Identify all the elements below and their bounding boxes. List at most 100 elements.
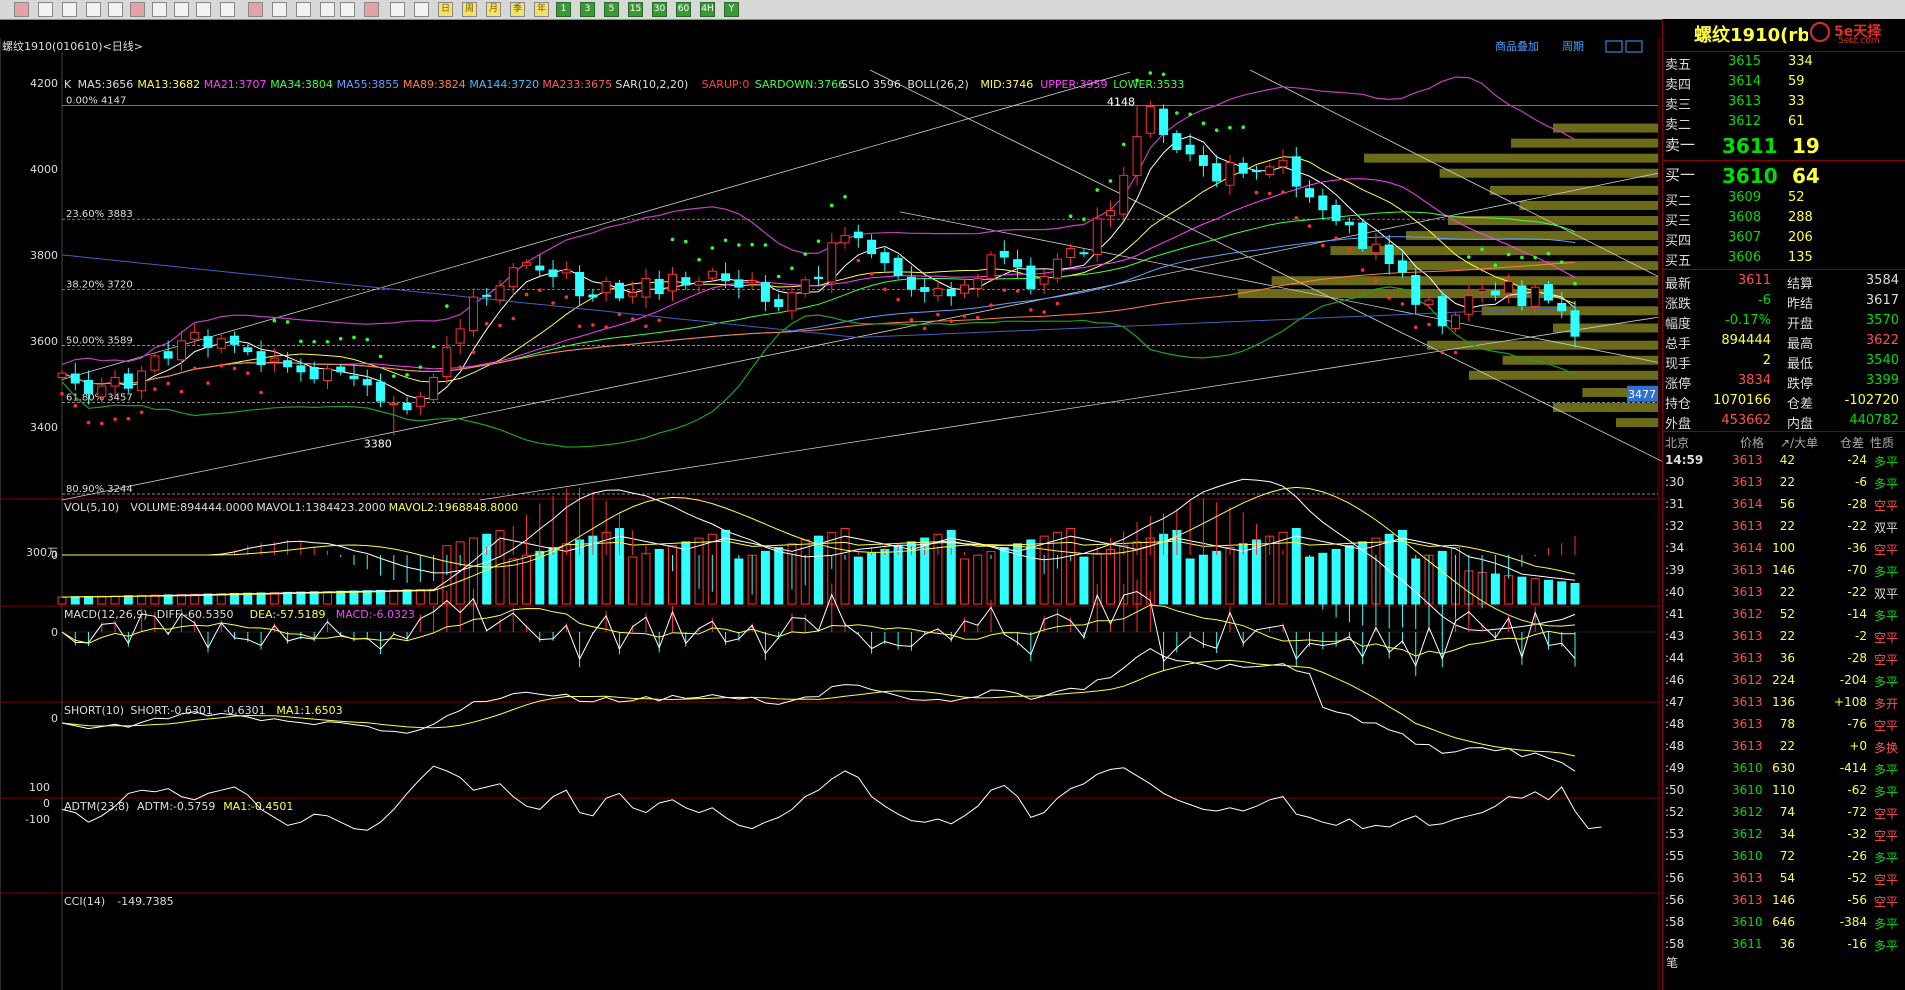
- ask-price: 3613: [1728, 94, 1762, 109]
- candle-body: [920, 287, 930, 292]
- sar-dot: [683, 239, 688, 244]
- grid2-icon[interactable]: [390, 2, 405, 17]
- candle-body: [787, 292, 797, 312]
- tick-volume: 36: [1779, 651, 1795, 665]
- candle-body: [946, 288, 956, 297]
- min15-icon[interactable]: 15: [628, 2, 643, 17]
- candle-body: [721, 273, 731, 282]
- min5-icon[interactable]: 5: [604, 2, 619, 17]
- tick-time: :31: [1665, 497, 1685, 511]
- tick-oi-change: -204: [1839, 673, 1867, 687]
- sar-dot: [1029, 308, 1033, 312]
- bell-icon[interactable]: [364, 2, 379, 17]
- back-icon[interactable]: [38, 2, 53, 17]
- min3-icon[interactable]: 3: [580, 2, 595, 17]
- volume-profile-bar: [1519, 200, 1658, 210]
- fib-level-label: 38.20% 3720: [66, 279, 133, 290]
- candle-body: [429, 376, 439, 400]
- candle-body: [283, 360, 293, 368]
- zoom-fit-icon[interactable]: [152, 2, 167, 17]
- sar-dot: [365, 337, 370, 342]
- sar-dot: [511, 316, 516, 321]
- quote-divider: [1662, 269, 1905, 270]
- min30-icon[interactable]: 30: [652, 2, 667, 17]
- grid-icon[interactable]: [272, 2, 287, 17]
- week-icon[interactable]: 周: [462, 2, 477, 17]
- tick-time: :49: [1665, 761, 1685, 775]
- tick-nature: 多平: [1874, 455, 1899, 469]
- bid-volume: 64: [1792, 164, 1820, 188]
- stat-label: 外盘: [1665, 417, 1692, 432]
- 3-legend-item: SHORT(10): [64, 704, 124, 717]
- refresh-icon[interactable]: [86, 2, 101, 17]
- 3-legend-item: -0.6301: [223, 704, 265, 717]
- ask-label: 卖一: [1665, 136, 1696, 154]
- quarter-icon[interactable]: 季: [510, 2, 525, 17]
- sar-dot: [1347, 247, 1352, 251]
- tick-oi-change: -22: [1847, 585, 1867, 599]
- tick-price: 3613: [1732, 475, 1763, 489]
- tick-header-cell: ↗/大单: [1780, 436, 1819, 450]
- tick-icon[interactable]: [296, 2, 311, 17]
- volume-bar: [97, 595, 107, 605]
- volume-bar: [986, 550, 996, 605]
- 1-legend-item: VOL(5,10): [64, 501, 119, 514]
- y-tick-label: 3600: [30, 335, 58, 348]
- ask-row: 卖五 3615 334: [1662, 52, 1905, 73]
- min1-icon[interactable]: 1: [556, 2, 571, 17]
- h4-icon[interactable]: 4H: [700, 2, 715, 17]
- tick-time: :56: [1665, 871, 1685, 885]
- tick-row: :47 3613 136 +108 多开: [1662, 693, 1905, 715]
- candle-body: [1517, 285, 1527, 307]
- home-icon[interactable]: [14, 2, 29, 17]
- sar-dot: [259, 390, 263, 395]
- candle-body: [1039, 275, 1049, 285]
- tick-oi-change: -24: [1847, 453, 1867, 467]
- sar-dot: [750, 242, 754, 247]
- tick-time: :41: [1665, 607, 1685, 621]
- forward-icon[interactable]: [62, 2, 77, 17]
- news-icon[interactable]: [340, 2, 355, 17]
- sar-dot: [524, 292, 529, 297]
- candle-body: [986, 254, 996, 280]
- chart-caption: 螺纹1910(010610)<日线>: [2, 39, 143, 53]
- sar-dot: [1068, 214, 1073, 218]
- tick-nature: 空平: [1874, 543, 1899, 557]
- signal-icon[interactable]: [220, 2, 235, 17]
- sar-dot: [1095, 188, 1100, 192]
- line-icon[interactable]: [196, 2, 211, 17]
- zoom-out-icon[interactable]: [130, 2, 145, 17]
- ask-row: 卖一 3611 19: [1662, 132, 1905, 158]
- 0-legend-item: SARUP:0: [702, 78, 750, 91]
- tick-time: :53: [1665, 827, 1685, 841]
- tick-footer-label: 笔: [1666, 956, 1679, 970]
- tick-volume: 22: [1779, 629, 1795, 643]
- candle-body: [561, 269, 571, 274]
- bid-label: 买二: [1665, 194, 1692, 209]
- sar-dot: [1307, 224, 1312, 228]
- sar-dot: [1015, 289, 1020, 293]
- month-icon[interactable]: 月: [486, 2, 501, 17]
- layout-icon[interactable]: [320, 2, 335, 17]
- min60-icon[interactable]: 60: [676, 2, 691, 17]
- volume-profile-bar: [1271, 276, 1658, 286]
- day-icon[interactable]: 日: [438, 2, 453, 17]
- sar-dot: [312, 339, 316, 344]
- tick-time: :48: [1665, 717, 1685, 731]
- sar-dot: [763, 243, 768, 247]
- chart-icon[interactable]: [414, 2, 429, 17]
- 0-legend-item: MA34:3804: [270, 78, 333, 91]
- draw-icon[interactable]: [174, 2, 189, 17]
- candle-body: [614, 282, 624, 299]
- zoom-in-icon[interactable]: [108, 2, 123, 17]
- tick-nature: 空平: [1874, 499, 1899, 513]
- list-icon[interactable]: [248, 2, 263, 17]
- year-icon[interactable]: 年: [534, 2, 549, 17]
- candle-body: [1570, 310, 1580, 337]
- year2-icon[interactable]: Y: [724, 2, 739, 17]
- 0-legend-item: MA55:3855: [337, 78, 400, 91]
- sar-dot: [325, 339, 330, 344]
- 0-legend-item: UPPER:3959: [1040, 78, 1107, 91]
- candle-body: [1397, 260, 1407, 273]
- candle-body: [734, 279, 744, 288]
